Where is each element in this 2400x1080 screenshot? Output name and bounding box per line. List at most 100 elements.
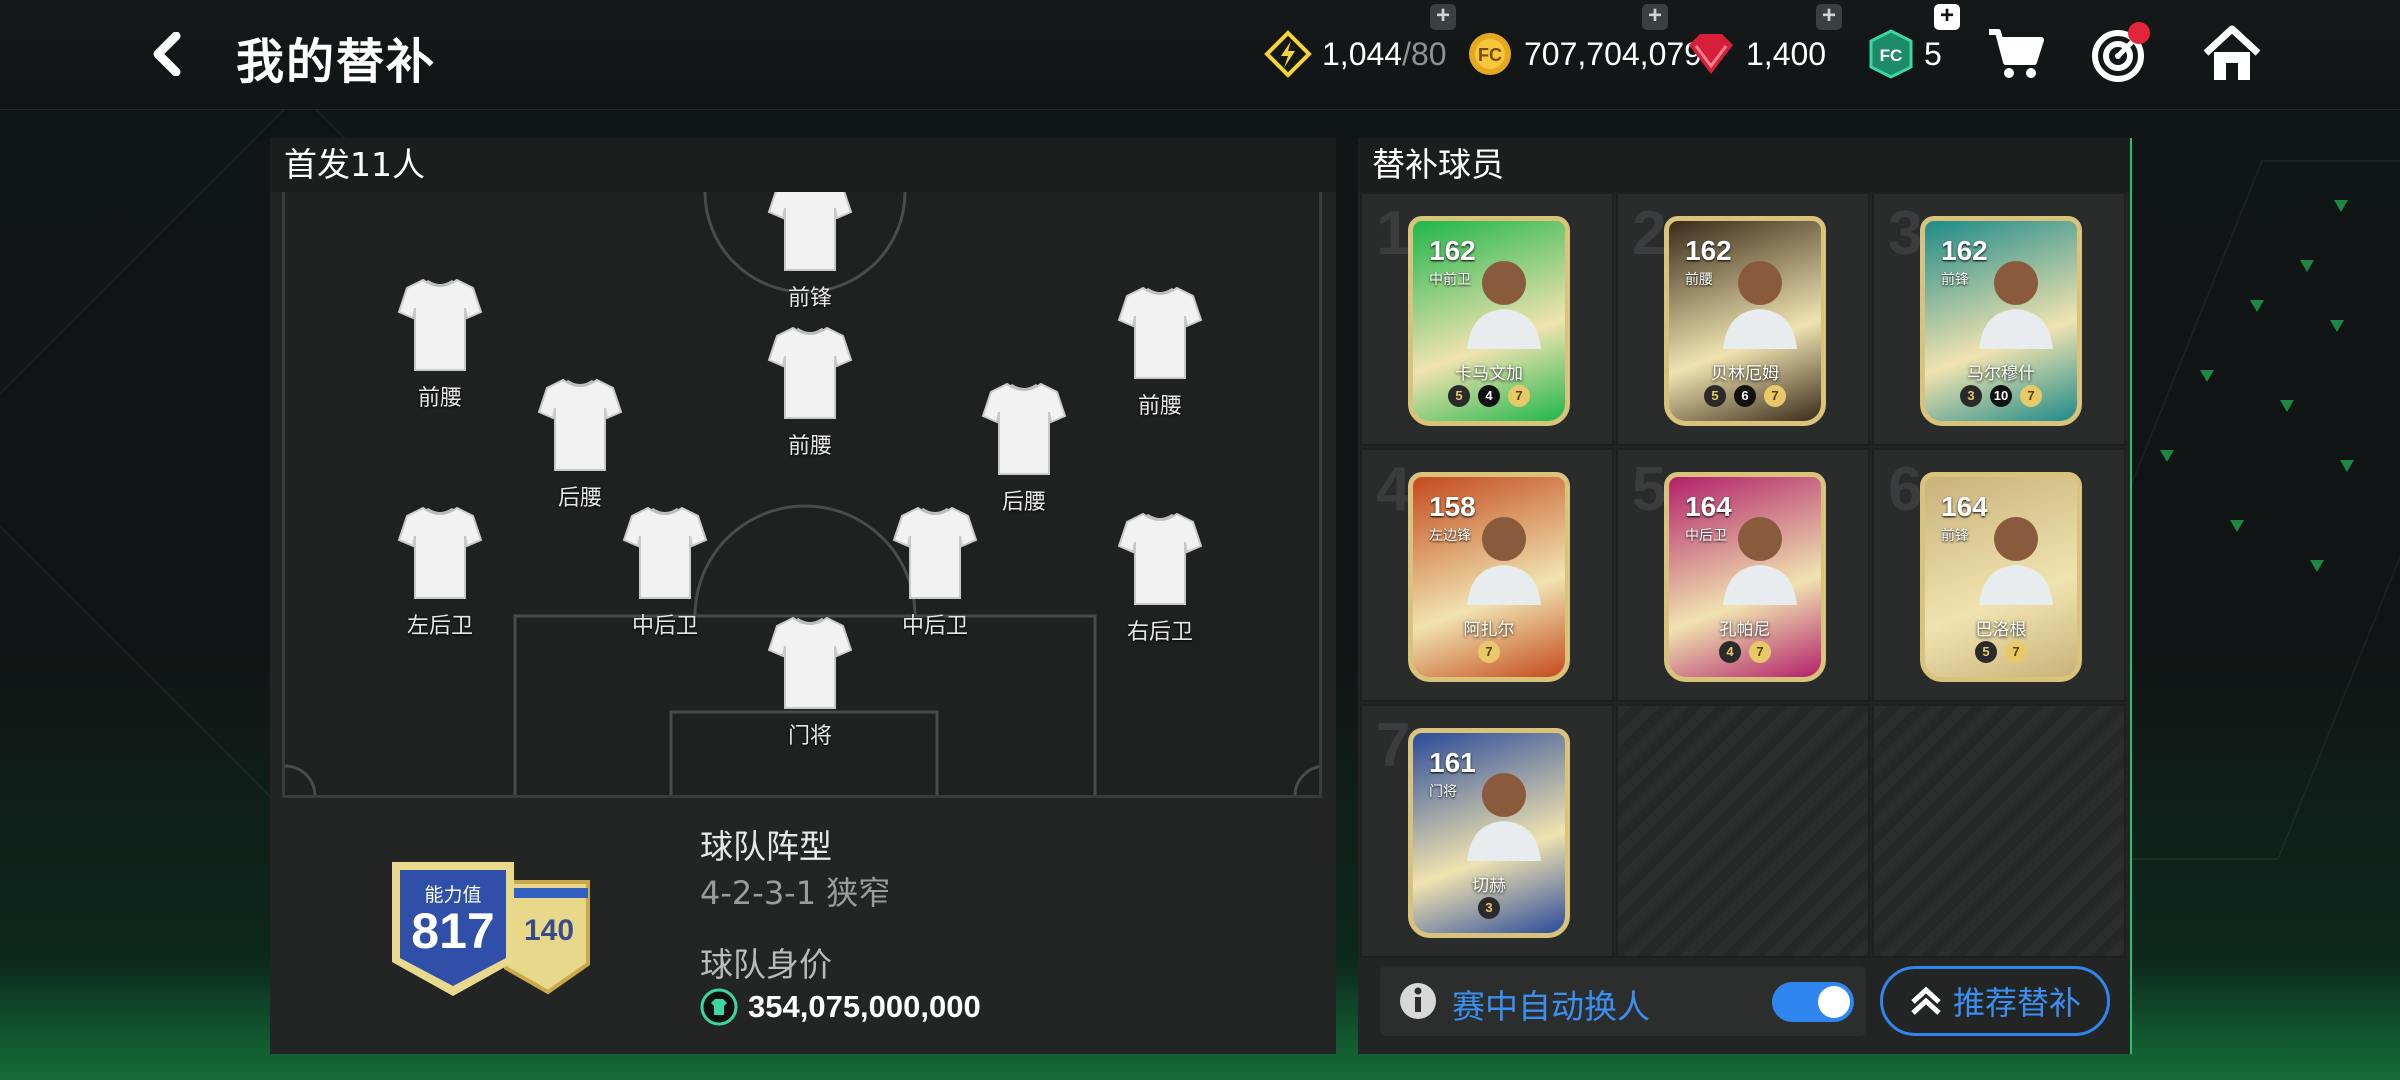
gem-icon xyxy=(1689,34,1733,74)
pitch-player[interactable]: 门将 xyxy=(735,612,885,750)
slot-number: 4 xyxy=(1376,455,1411,524)
sub-slot[interactable]: 6 164 前锋 巴洛根 5 7 xyxy=(1872,448,2126,702)
card-badges: 47 xyxy=(1669,641,1821,663)
team-value: 354,075,000,000 xyxy=(700,988,981,1026)
lineup-title: 首发11人 xyxy=(270,138,1336,192)
pitch-player[interactable]: 前腰 xyxy=(735,322,885,460)
team-value-label: 球队身价 xyxy=(700,945,832,984)
top-bar: 我的替补 1,044/80 + FC 707,704,079 + 1,400 +… xyxy=(0,0,2400,110)
card-rating: 158 xyxy=(1429,491,1476,522)
jersey-icon xyxy=(397,278,483,371)
home-button[interactable] xyxy=(2198,20,2266,88)
energy-display[interactable]: 1,044/80 + xyxy=(1264,4,1456,82)
team-value-amount: 354,075,000,000 xyxy=(748,989,981,1024)
player-card[interactable]: 158 左边锋 阿扎尔 7 xyxy=(1408,472,1570,682)
add-coins-button[interactable]: + xyxy=(1642,4,1668,30)
home-icon xyxy=(2203,25,2261,80)
card-rating: 162 xyxy=(1941,235,1988,266)
card-rating: 164 xyxy=(1685,491,1732,522)
sub-slot[interactable]: 5 164 中后卫 孔帕尼 4 7 xyxy=(1616,448,1870,702)
svg-text:FC: FC xyxy=(1478,45,1502,65)
decor-triangle xyxy=(2300,260,2314,272)
player-card[interactable]: 164 前锋 巴洛根 5 7 xyxy=(1920,472,2082,682)
pitch-player[interactable]: 前锋 xyxy=(735,192,885,312)
decor-triangle xyxy=(2160,450,2174,462)
objectives-button[interactable] xyxy=(2086,20,2154,88)
shop-button[interactable] xyxy=(1982,20,2050,88)
empty-sub-slot[interactable] xyxy=(1872,704,2126,958)
slot-number: 5 xyxy=(1632,455,1667,524)
player-card[interactable]: 162 前腰 贝林厄姆 5 6 7 xyxy=(1664,216,1826,426)
tokens-display[interactable]: FC 5 + xyxy=(1868,4,1960,82)
rank-badge: 4 xyxy=(1478,385,1500,407)
upgrade-badge: 7 xyxy=(2005,641,2027,663)
pitch-player[interactable]: 前腰 xyxy=(1085,282,1235,420)
card-player-name: 马尔穆什 xyxy=(1967,364,2035,384)
coins-value: 707,704,079 xyxy=(1524,35,1702,72)
recommend-subs-button[interactable]: 推荐替补 xyxy=(1880,966,2110,1036)
pitch-player[interactable]: 中后卫 xyxy=(590,502,740,640)
pitch-player[interactable]: 后腰 xyxy=(505,374,655,512)
pitch-player[interactable]: 后腰 xyxy=(949,378,1099,516)
card-player-name: 贝林厄姆 xyxy=(1711,364,1779,384)
card-badges: 57 xyxy=(1925,641,2077,663)
player-position-label: 门将 xyxy=(787,724,832,749)
player-position-label: 前锋 xyxy=(787,286,832,311)
player-position-label: 前腰 xyxy=(417,386,462,411)
formation-value: 4-2-3-1 狭窄 xyxy=(700,874,891,912)
info-icon[interactable] xyxy=(1398,981,1438,1021)
jersey-icon xyxy=(767,616,853,709)
jersey-icon xyxy=(537,378,623,471)
gems-value: 1,400 xyxy=(1746,35,1827,72)
player-position-label: 左后卫 xyxy=(406,614,473,639)
add-gems-button[interactable]: + xyxy=(1816,4,1842,30)
sub-slot[interactable]: 2 162 前腰 贝林厄姆 5 6 7 xyxy=(1616,192,1870,446)
fc-coin-icon xyxy=(700,988,738,1026)
jersey-icon xyxy=(1117,512,1203,605)
pitch-player[interactable]: 前腰 xyxy=(365,274,515,412)
card-badges: 3 xyxy=(1413,897,1565,919)
subs-grid: 1 162 中前卫 卡马文加 5 4 7 2 162 前腰 贝林厄姆 5 6 7 3 162 前锋 马尔穆什 3 10… xyxy=(1360,192,2130,958)
level-badge: 5 xyxy=(1448,385,1470,407)
sub-slot[interactable]: 1 162 中前卫 卡马文加 5 4 7 xyxy=(1360,192,1614,446)
card-position: 中前卫 xyxy=(1429,272,1471,288)
svg-text:FC: FC xyxy=(1880,46,1903,65)
player-card[interactable]: 164 中后卫 孔帕尼 4 7 xyxy=(1664,472,1826,682)
card-player-name: 卡马文加 xyxy=(1455,364,1523,384)
pitch-player[interactable]: 右后卫 xyxy=(1085,508,1235,646)
card-position: 门将 xyxy=(1429,784,1457,800)
sub-slot[interactable]: 3 162 前锋 马尔穆什 3 10 7 xyxy=(1872,192,2126,446)
player-card[interactable]: 161 门将切赫 3 xyxy=(1408,728,1570,938)
ability-value: 817 xyxy=(411,903,495,959)
player-position-label: 前腰 xyxy=(1137,394,1182,419)
back-button[interactable] xyxy=(140,26,196,82)
add-tokens-button[interactable]: + xyxy=(1934,4,1960,30)
card-badges: 3 10 7 xyxy=(1925,385,2077,407)
decor-triangle xyxy=(2250,300,2264,312)
fc-token-icon: FC xyxy=(1869,29,1913,79)
subs-title: 替补球员 xyxy=(1358,138,2130,192)
card-rating: 162 xyxy=(1429,235,1476,266)
slot-number: 6 xyxy=(1888,455,1923,524)
card-rating: 161 xyxy=(1429,747,1476,778)
jersey-icon xyxy=(767,192,853,271)
rank-badge: 10 xyxy=(1990,385,2012,407)
card-player-name: 切赫 xyxy=(1472,876,1506,896)
energy-max: /80 xyxy=(1402,35,1447,72)
pitch: 前锋 前腰 前腰 前腰 后腰 后腰 左后卫 中后卫 中后卫 右后卫 门将 xyxy=(282,192,1322,798)
player-card[interactable]: 162 前锋 马尔穆什 3 10 7 xyxy=(1920,216,2082,426)
sub-slot[interactable]: 4 158 左边锋 阿扎尔 7 xyxy=(1360,448,1614,702)
card-position: 左边锋 xyxy=(1429,528,1471,544)
auto-sub-row: 赛中自动换人 xyxy=(1380,966,1866,1036)
jersey-icon xyxy=(1117,286,1203,379)
player-card[interactable]: 162 中前卫 卡马文加 5 4 7 xyxy=(1408,216,1570,426)
level-badge: 5 xyxy=(1975,641,1997,663)
add-energy-button[interactable]: + xyxy=(1430,4,1456,30)
coins-display[interactable]: FC 707,704,079 + xyxy=(1466,4,1702,82)
pitch-player[interactable]: 左后卫 xyxy=(365,502,515,640)
empty-sub-slot[interactable] xyxy=(1616,704,1870,958)
auto-sub-toggle[interactable] xyxy=(1772,982,1854,1022)
sub-slot[interactable]: 7 161 门将 切赫 3 xyxy=(1360,704,1614,958)
gems-display[interactable]: 1,400 + xyxy=(1686,4,1842,82)
card-player-name: 阿扎尔 xyxy=(1463,620,1515,640)
